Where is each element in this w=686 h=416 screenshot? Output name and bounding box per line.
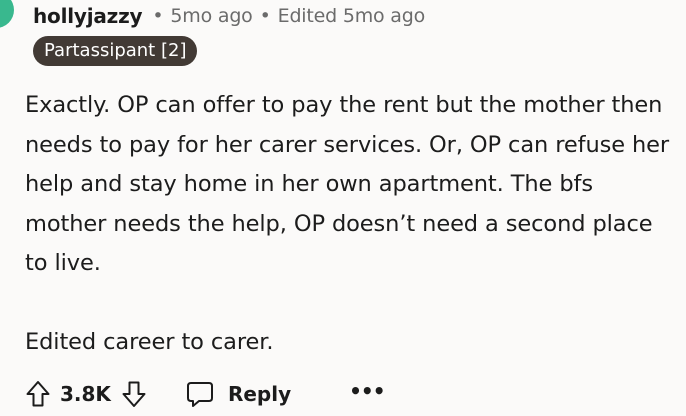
avatar[interactable] — [0, 0, 14, 28]
meta-separator: • — [259, 5, 271, 27]
vote-score: 3.8K — [60, 382, 111, 406]
comment-action-bar: 3.8K Reply ••• — [25, 372, 385, 416]
comment-paragraph: Exactly. OP can offer to pay the rent bu… — [25, 92, 670, 276]
edited-label: Edited 5mo ago — [277, 5, 426, 27]
meta-separator: • — [152, 5, 164, 27]
comment-meta: • 5mo ago • Edited 5mo ago — [152, 5, 425, 27]
reply-label: Reply — [227, 382, 292, 406]
ellipsis-icon[interactable]: ••• — [349, 381, 385, 407]
reply-button[interactable]: Reply — [185, 380, 291, 408]
user-flair-badge: Partassipant [2] — [33, 36, 198, 66]
downvote-arrow-icon[interactable] — [121, 380, 147, 408]
comment-header: hollyjazzy • 5mo ago • Edited 5mo ago — [33, 2, 425, 30]
comment-body: Exactly. OP can offer to pay the rent bu… — [25, 86, 680, 362]
author-username[interactable]: hollyjazzy — [33, 4, 143, 28]
comment-age: 5mo ago — [170, 5, 253, 27]
speech-bubble-icon — [185, 380, 215, 408]
comment-paragraph: Edited career to carer. — [25, 328, 274, 355]
upvote-arrow-icon[interactable] — [25, 380, 51, 408]
